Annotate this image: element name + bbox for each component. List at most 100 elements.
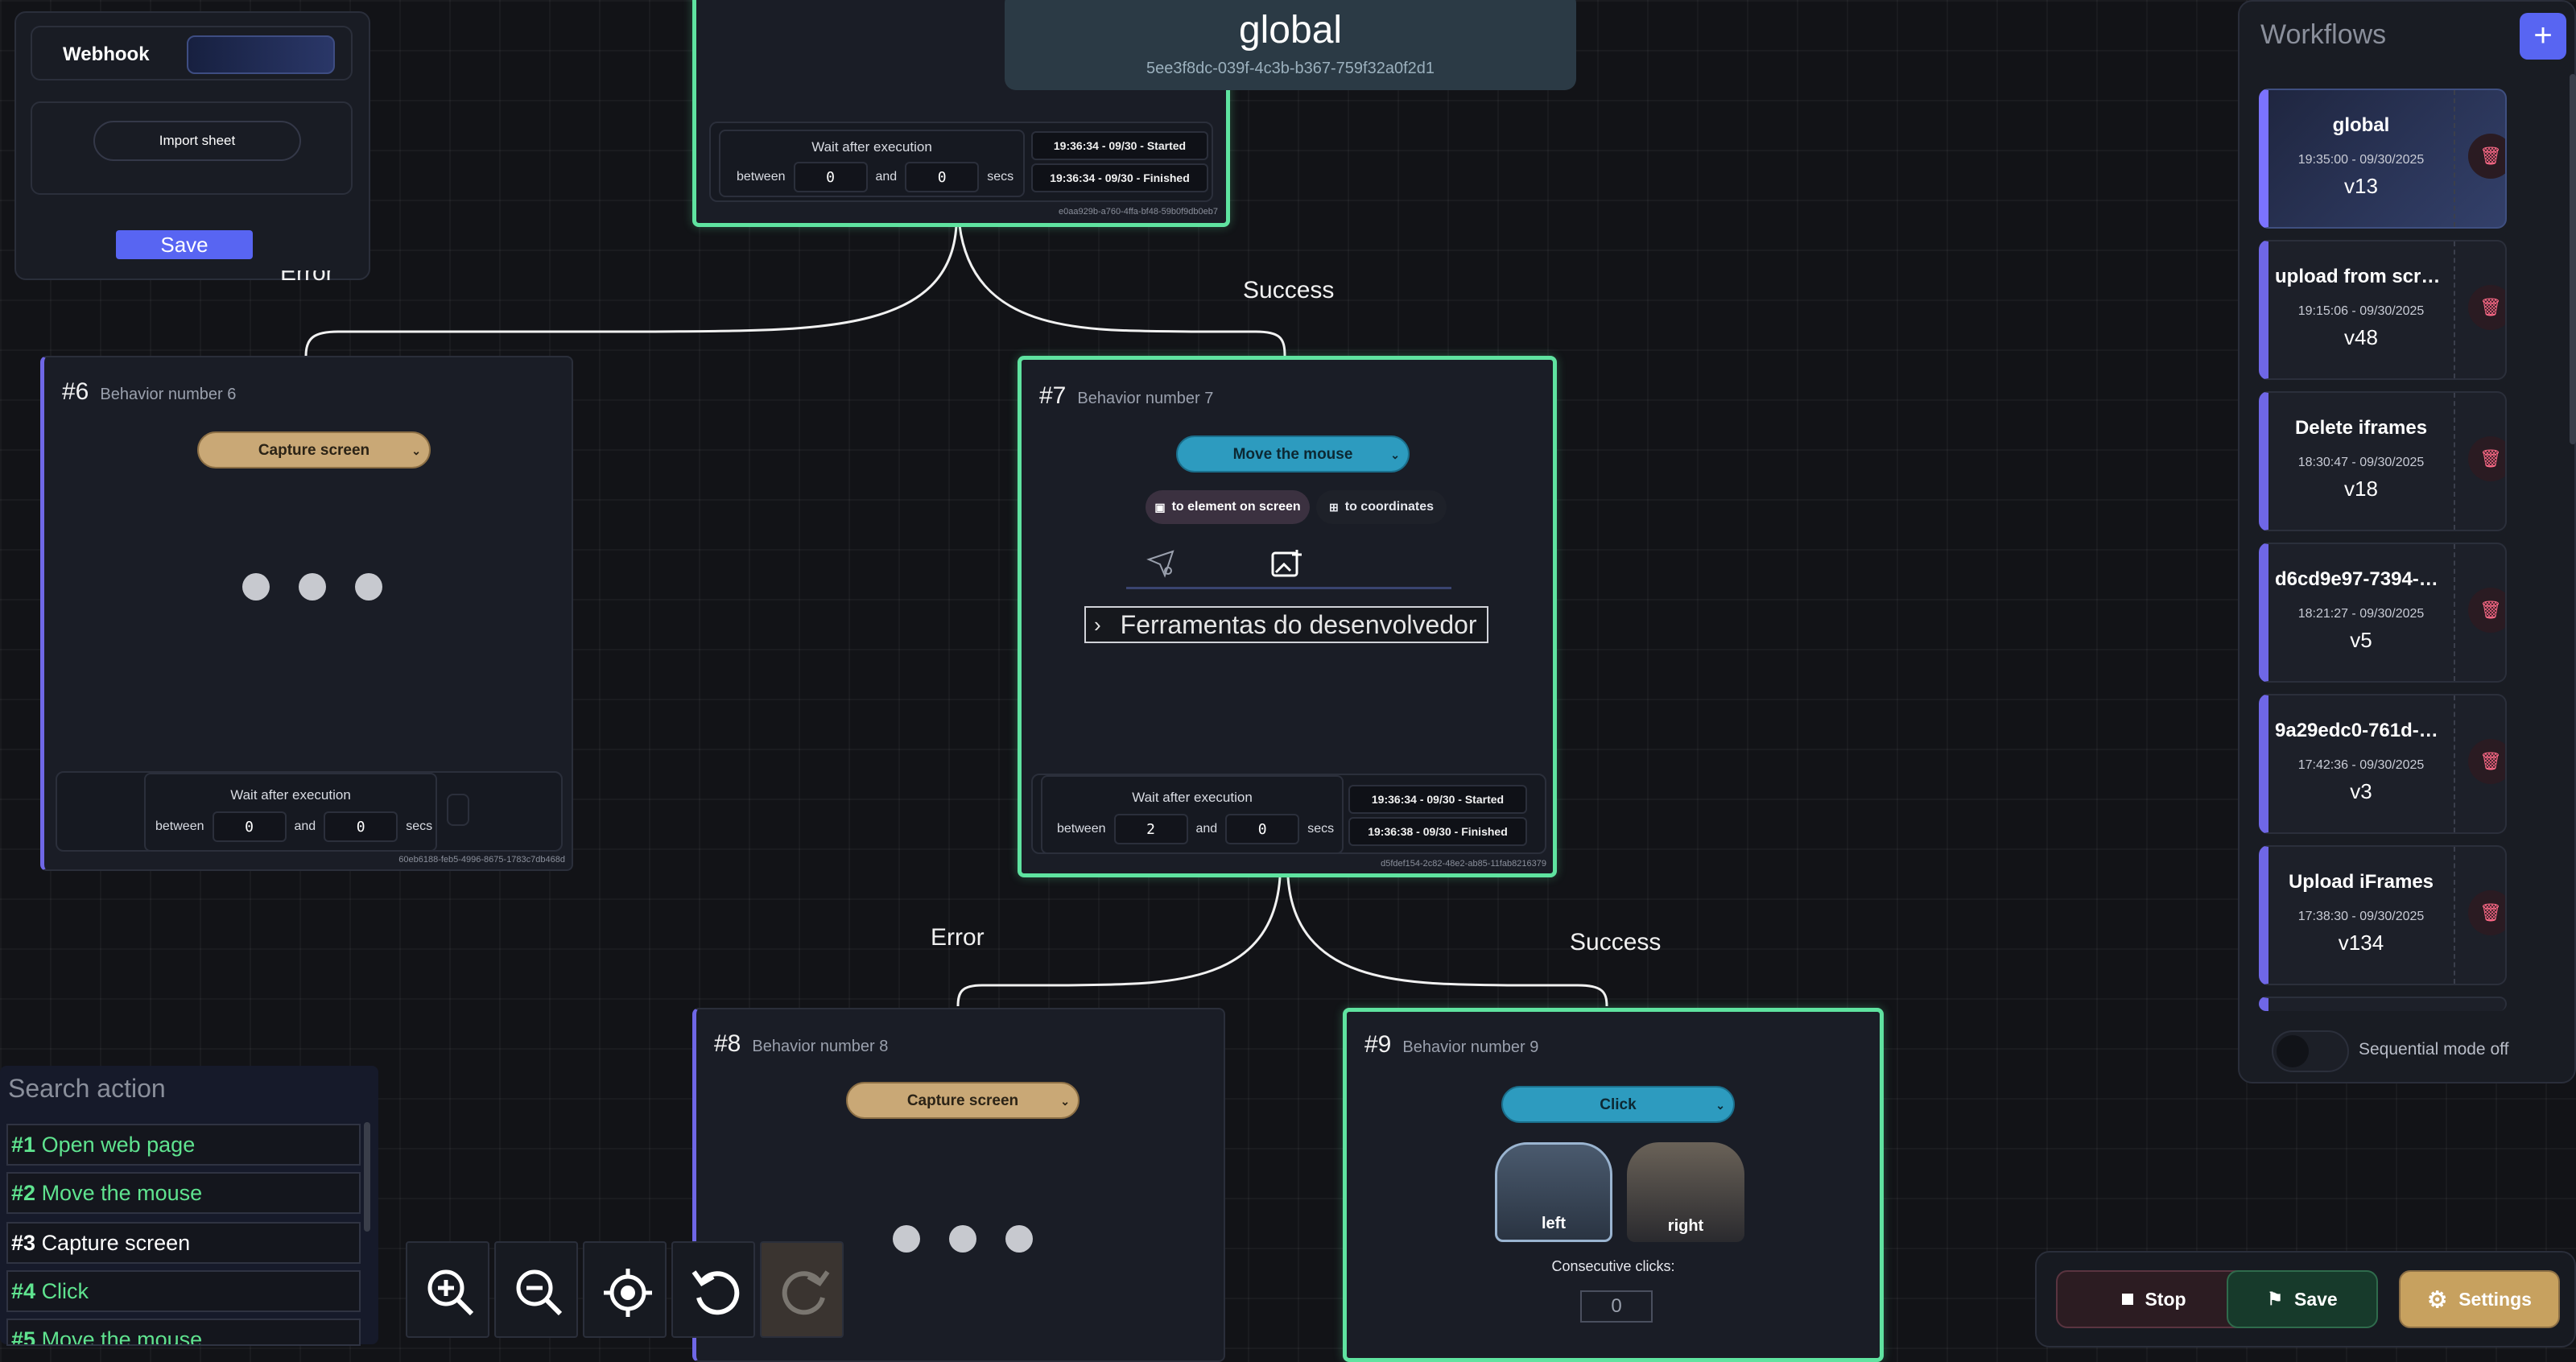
node-9[interactable]: #9 Behavior number 9 Click ⌄ left right … bbox=[1343, 1008, 1884, 1362]
search-scrollbar[interactable] bbox=[364, 1122, 370, 1232]
workflow-time: 17:42:36 - 09/30/2025 bbox=[2297, 758, 2425, 772]
workflow-card[interactable]: global 19:35:00 - 09/30/2025 v13 🗑 bbox=[2259, 89, 2507, 229]
workflow-card[interactable]: d6cd9e97-7394-46c... 18:21:27 - 09/30/20… bbox=[2259, 543, 2507, 683]
secs-label: secs bbox=[987, 170, 1014, 184]
wait-max-input[interactable]: 0 bbox=[905, 162, 980, 192]
wait-inner: Wait after execution between 0 and 0 sec… bbox=[719, 130, 1025, 197]
node-header: #8 Behavior number 8 bbox=[714, 1030, 888, 1058]
zoom-in-button[interactable] bbox=[406, 1241, 489, 1338]
zoom-in-icon bbox=[427, 1269, 474, 1316]
workflow-card-partial[interactable] bbox=[2259, 997, 2507, 1011]
wait-toggle[interactable] bbox=[447, 794, 469, 826]
zoom-out-button[interactable] bbox=[494, 1241, 578, 1338]
workflow-card[interactable]: 9a29edc0-761d-4a0... 17:42:36 - 09/30/20… bbox=[2259, 694, 2507, 834]
action-select[interactable]: Click ⌄ bbox=[1501, 1086, 1735, 1123]
workflow-version: v5 bbox=[2350, 628, 2372, 652]
node-header: #7 Behavior number 7 bbox=[1039, 382, 1213, 410]
workflow-time: 18:21:27 - 09/30/2025 bbox=[2297, 607, 2425, 621]
search-result[interactable]: #4 Click bbox=[6, 1270, 361, 1312]
edge-label-success-mid: Success bbox=[1570, 929, 1662, 955]
chevron-down-icon: ⌄ bbox=[1390, 448, 1400, 461]
webhook-save-button[interactable]: Save bbox=[116, 230, 253, 259]
wait-min-input[interactable]: 0 bbox=[793, 162, 868, 192]
option-coordinates-label: to coordinates bbox=[1344, 500, 1434, 514]
sequential-toggle[interactable] bbox=[2272, 1030, 2349, 1072]
wait-min-input[interactable]: 0 bbox=[212, 811, 287, 842]
webhook-toggle[interactable] bbox=[187, 35, 335, 74]
action-select[interactable]: Capture screen ⌄ bbox=[846, 1082, 1080, 1119]
redo-icon bbox=[782, 1270, 830, 1315]
webhook-panel: Webhook Import sheet Save bbox=[14, 11, 370, 280]
webhook-row: Webhook bbox=[31, 26, 353, 80]
chevron-down-icon: ⌄ bbox=[1715, 1099, 1725, 1112]
node-6[interactable]: #6 Behavior number 6 Capture screen ⌄ Wa… bbox=[40, 356, 573, 871]
option-coordinates[interactable]: ⊞ to coordinates bbox=[1316, 490, 1447, 524]
wait-title: Wait after execution bbox=[230, 787, 351, 803]
trash-icon[interactable]: 🗑 bbox=[2468, 588, 2505, 633]
consecutive-input[interactable]: 0 bbox=[1580, 1290, 1653, 1323]
mouse-right-button[interactable]: right bbox=[1627, 1142, 1744, 1242]
search-input[interactable]: Search action bbox=[8, 1074, 166, 1104]
node-7[interactable]: #7 Behavior number 7 Move the mouse ⌄ ▣ … bbox=[1018, 356, 1557, 877]
center-button[interactable] bbox=[583, 1241, 667, 1338]
image-add-icon[interactable] bbox=[1269, 547, 1305, 582]
target-text: Ferramentas do desenvolvedor bbox=[1120, 609, 1477, 639]
node-header: #9 Behavior number 9 bbox=[1364, 1031, 1538, 1059]
workflow-version: v48 bbox=[2344, 325, 2378, 349]
workflow-card[interactable]: Delete iframes 18:30:47 - 09/30/2025 v18… bbox=[2259, 391, 2507, 531]
redo-button[interactable] bbox=[760, 1241, 844, 1338]
send-search-icon[interactable] bbox=[1146, 547, 1178, 579]
action-select[interactable]: Capture screen ⌄ bbox=[197, 431, 431, 468]
global-title: global bbox=[1238, 9, 1343, 52]
global-header: global 5ee3f8dc-039f-4c3b-b367-759f32a0f… bbox=[1005, 0, 1576, 90]
workflow-time: 19:35:00 - 09/30/2025 bbox=[2297, 153, 2425, 167]
and-label: and bbox=[1195, 822, 1218, 836]
chevron-down-icon: ⌄ bbox=[411, 444, 421, 457]
mouse-left-button[interactable]: left bbox=[1495, 1142, 1612, 1242]
action-select[interactable]: Move the mouse ⌄ bbox=[1176, 435, 1410, 473]
node-number: #9 bbox=[1364, 1031, 1392, 1058]
workflow-card[interactable]: upload from scratch 19:15:06 - 09/30/202… bbox=[2259, 240, 2507, 380]
result-number: #3 bbox=[11, 1231, 36, 1255]
trash-icon[interactable]: 🗑 bbox=[2468, 285, 2505, 330]
save-button[interactable]: ⚑ Save bbox=[2227, 1270, 2378, 1328]
option-element-on-screen[interactable]: ▣ to element on screen bbox=[1146, 490, 1310, 524]
search-result[interactable]: #3 Capture screen bbox=[6, 1222, 361, 1264]
workflow-card[interactable]: Upload iFrames 17:38:30 - 09/30/2025 v13… bbox=[2259, 845, 2507, 985]
loading-dots bbox=[242, 573, 382, 601]
workflow-version: v3 bbox=[2350, 779, 2372, 803]
global-id: 5ee3f8dc-039f-4c3b-b367-759f32a0f2d1 bbox=[1146, 60, 1435, 77]
wait-max-input[interactable]: 0 bbox=[1225, 814, 1300, 844]
flag-icon: ⚑ bbox=[2267, 1289, 2283, 1309]
zoom-out-icon bbox=[516, 1269, 563, 1316]
add-workflow-button[interactable]: + bbox=[2520, 13, 2566, 60]
delete-zone: 🗑 bbox=[2454, 241, 2505, 378]
trash-icon[interactable]: 🗑 bbox=[2468, 436, 2505, 481]
trash-icon[interactable]: 🗑 bbox=[2468, 739, 2505, 784]
wait-max-input[interactable]: 0 bbox=[324, 811, 398, 842]
workflow-version: v134 bbox=[2338, 931, 2384, 955]
node-id: 60eb6188-feb5-4996-8675-1783c7db468d bbox=[398, 855, 565, 865]
sidebar-scrollbar[interactable] bbox=[2570, 74, 2576, 444]
trash-icon[interactable]: 🗑 bbox=[2468, 134, 2505, 179]
trash-icon[interactable]: 🗑 bbox=[2468, 890, 2505, 935]
workflow-time: 19:15:06 - 09/30/2025 bbox=[2297, 304, 2425, 318]
edge-label-success-top: Success bbox=[1243, 277, 1335, 303]
stop-button[interactable]: Stop bbox=[2056, 1270, 2252, 1328]
finished-stamp: 19:36:38 - 09/30 - Finished bbox=[1348, 817, 1527, 846]
result-label: Capture screen bbox=[41, 1231, 191, 1255]
chevron-down-icon: ⌄ bbox=[1060, 1095, 1070, 1108]
workflow-name: 9a29edc0-761d-4a0... bbox=[2275, 720, 2454, 741]
search-result[interactable]: #5 Move the mouse bbox=[6, 1319, 361, 1346]
result-label: Move the mouse bbox=[41, 1181, 203, 1205]
settings-button[interactable]: ⚙ Settings bbox=[2399, 1270, 2560, 1328]
search-result[interactable]: #2 Move the mouse bbox=[6, 1172, 361, 1214]
settings-label: Settings bbox=[2458, 1288, 2532, 1310]
search-result[interactable]: #1 Open web page bbox=[6, 1124, 361, 1166]
import-sheet-button[interactable]: Import sheet bbox=[93, 121, 301, 161]
loading-dots bbox=[893, 1225, 1033, 1253]
undo-button[interactable] bbox=[671, 1241, 755, 1338]
wait-min-input[interactable]: 2 bbox=[1113, 814, 1188, 844]
crosshair-icon bbox=[604, 1269, 652, 1317]
import-box: Import sheet bbox=[31, 101, 353, 195]
